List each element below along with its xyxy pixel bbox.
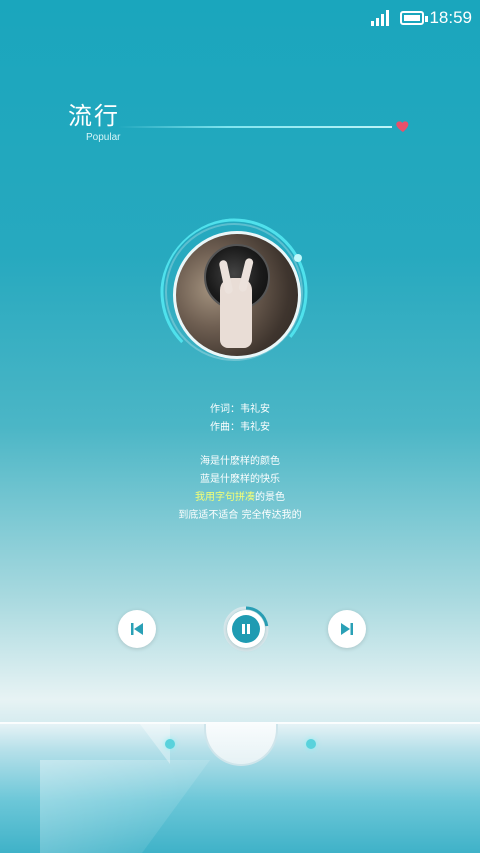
heart-icon[interactable] [395, 118, 411, 134]
lyric-line: 蓝是什麽样的快乐 [200, 474, 280, 485]
lyric-rest: 的景色 [255, 492, 285, 503]
composer-credit: 作曲：韦礼安 [210, 422, 270, 433]
signal-icon [371, 10, 389, 26]
genre-divider [118, 126, 392, 128]
battery-tip [425, 16, 428, 22]
lyric-line: 海是什麽样的颜色 [200, 456, 280, 467]
lyric-line-current: 我用字句拼凑的景色 [0, 488, 480, 503]
skip-previous-icon [131, 623, 143, 635]
previous-button[interactable] [118, 610, 156, 648]
pause-icon [242, 624, 250, 634]
genre-subtitle: Popular [86, 132, 121, 143]
album-disc[interactable] [160, 218, 316, 374]
genre-title: 流行 [68, 102, 120, 130]
album-art [173, 231, 301, 359]
pause-button[interactable] [227, 610, 265, 648]
right-page-dot[interactable] [306, 739, 316, 749]
skip-next-icon [341, 623, 353, 635]
next-button[interactable] [328, 610, 366, 648]
status-bar: 18:59 [0, 0, 480, 36]
lyric-highlight: 我用字句拼凑 [195, 492, 255, 503]
lyricist-credit: 作词：韦礼安 [210, 404, 270, 415]
pause-icon-bg [232, 615, 260, 643]
lyric-line: 到底适不适合 完全传达我的 [178, 510, 302, 521]
status-time: 18:59 [429, 8, 472, 27]
left-page-dot[interactable] [165, 739, 175, 749]
battery-icon [400, 11, 424, 25]
